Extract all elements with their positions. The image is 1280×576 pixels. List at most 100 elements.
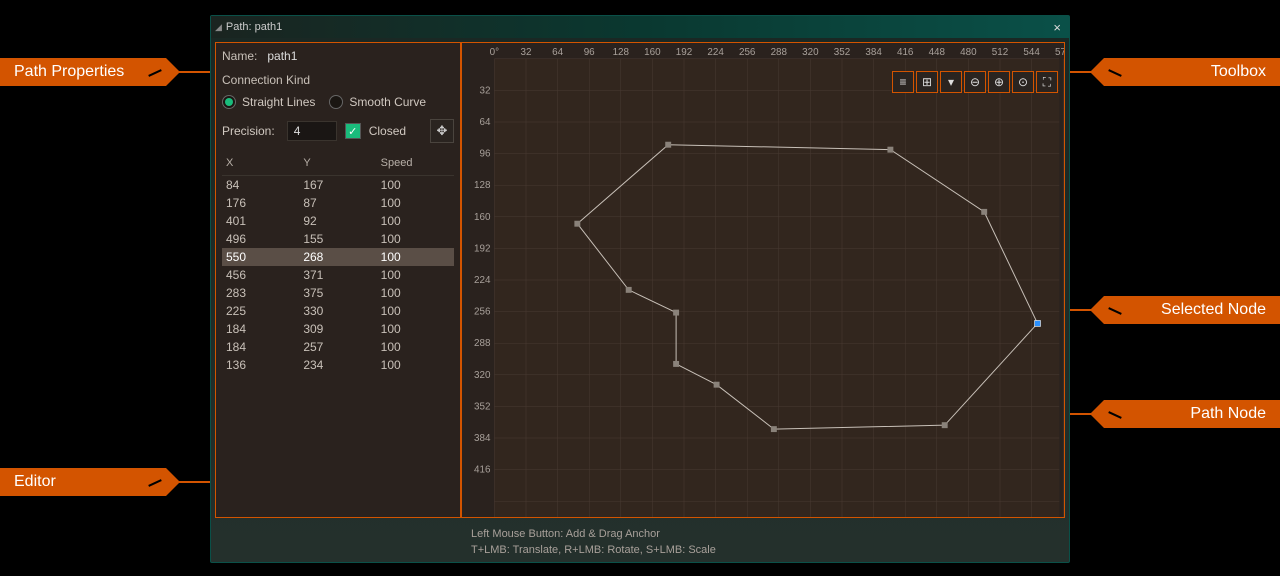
svg-text:256: 256 [739, 47, 756, 58]
table-row[interactable]: 184257100 [222, 338, 454, 356]
cell-y: 330 [299, 302, 376, 320]
path-node[interactable] [714, 382, 720, 388]
path-node[interactable] [942, 422, 948, 428]
selected-node[interactable] [1035, 320, 1041, 326]
close-button[interactable]: × [1049, 20, 1065, 35]
table-row[interactable]: 17687100 [222, 194, 454, 212]
callout-label: Path Node [1190, 405, 1266, 423]
help-line2: T+LMB: Translate, R+LMB: Rotate, S+LMB: … [471, 543, 716, 558]
cell-speed: 100 [377, 356, 454, 374]
table-row[interactable]: 184309100 [222, 320, 454, 338]
svg-text:128: 128 [474, 180, 491, 191]
callout-toolbox: Toolbox [1090, 58, 1280, 86]
precision-input[interactable]: 4 [287, 121, 337, 141]
svg-text:416: 416 [897, 47, 914, 58]
path-node[interactable] [574, 221, 580, 227]
titlebar[interactable]: ◢ Path: path1 × [211, 16, 1069, 38]
path-editor-window: ◢ Path: path1 × Name: path1 Connection K… [210, 15, 1070, 563]
cell-x: 184 [222, 320, 299, 338]
table-row[interactable]: 136234100 [222, 356, 454, 374]
table-row[interactable]: 283375100 [222, 284, 454, 302]
fit-view-icon[interactable]: ⛶ [1036, 71, 1058, 93]
cell-x: 283 [222, 284, 299, 302]
canvas-area[interactable]: 0°32649612816019222425628832035238441644… [461, 42, 1065, 518]
svg-text:192: 192 [676, 47, 692, 58]
cell-speed: 100 [377, 320, 454, 338]
path-node[interactable] [626, 287, 632, 293]
cell-y: 371 [299, 266, 376, 284]
closed-label: Closed [369, 124, 406, 138]
path-node[interactable] [665, 142, 671, 148]
cell-speed: 100 [377, 302, 454, 320]
callout-path-properties: Path Properties [0, 58, 180, 86]
grid-options-icon[interactable]: ▾ [940, 71, 962, 93]
svg-text:384: 384 [865, 47, 882, 58]
table-header: X Y Speed [222, 151, 454, 176]
table-row[interactable]: 40192100 [222, 212, 454, 230]
svg-text:416: 416 [474, 465, 491, 476]
callout-selected-node: Selected Node [1090, 296, 1280, 324]
zoom-out-icon[interactable]: ⊖ [964, 71, 986, 93]
col-speed: Speed [377, 155, 454, 171]
cell-x: 136 [222, 356, 299, 374]
svg-text:224: 224 [474, 275, 491, 286]
callout-lead [178, 71, 214, 73]
radio-dot-icon [222, 95, 236, 109]
svg-text:64: 64 [552, 47, 563, 58]
table-row[interactable]: 550268100 [222, 248, 454, 266]
svg-text:64: 64 [479, 117, 490, 128]
cell-y: 375 [299, 284, 376, 302]
path-node[interactable] [887, 147, 893, 153]
grid-icon[interactable]: ⊞ [916, 71, 938, 93]
path-node[interactable] [771, 426, 777, 432]
toggle-grid-icon[interactable]: ≡ [892, 71, 914, 93]
svg-text:544: 544 [1023, 47, 1040, 58]
cell-speed: 100 [377, 248, 454, 266]
toolbox: ≡⊞▾⊖⊕⊙⛶ [892, 71, 1058, 93]
drag-handle-icon[interactable]: ✥ [430, 119, 454, 143]
cell-y: 234 [299, 356, 376, 374]
svg-text:512: 512 [992, 47, 1008, 58]
closed-checkbox[interactable] [345, 123, 361, 139]
zoom-reset-icon[interactable]: ⊙ [1012, 71, 1034, 93]
path-node[interactable] [673, 310, 679, 316]
svg-text:288: 288 [474, 338, 491, 349]
col-y: Y [299, 155, 376, 171]
name-value[interactable]: path1 [267, 49, 297, 63]
table-row[interactable]: 496155100 [222, 230, 454, 248]
cell-x: 176 [222, 194, 299, 212]
help-text: Left Mouse Button: Add & Drag Anchor T+L… [471, 527, 716, 558]
cell-x: 550 [222, 248, 299, 266]
name-label: Name: [222, 49, 257, 63]
cell-speed: 100 [377, 212, 454, 230]
callout-label: Path Properties [14, 63, 124, 81]
cell-x: 184 [222, 338, 299, 356]
help-line1: Left Mouse Button: Add & Drag Anchor [471, 527, 716, 542]
radio-smooth-curve[interactable]: Smooth Curve [329, 95, 426, 109]
table-row[interactable]: 456371100 [222, 266, 454, 284]
cell-speed: 100 [377, 338, 454, 356]
svg-text:320: 320 [802, 47, 819, 58]
properties-panel: Name: path1 Connection Kind Straight Lin… [215, 42, 461, 518]
table-row[interactable]: 225330100 [222, 302, 454, 320]
cell-x: 496 [222, 230, 299, 248]
svg-text:384: 384 [474, 433, 491, 444]
svg-text:160: 160 [474, 212, 491, 223]
cell-speed: 100 [377, 266, 454, 284]
svg-text:128: 128 [613, 47, 630, 58]
cell-y: 167 [299, 176, 376, 194]
col-x: X [222, 155, 299, 171]
svg-text:352: 352 [834, 47, 850, 58]
cell-x: 84 [222, 176, 299, 194]
cell-x: 456 [222, 266, 299, 284]
table-row[interactable]: 84167100 [222, 176, 454, 194]
cell-x: 225 [222, 302, 299, 320]
path-node[interactable] [981, 209, 987, 215]
zoom-in-icon[interactable]: ⊕ [988, 71, 1010, 93]
cell-speed: 100 [377, 194, 454, 212]
svg-text:320: 320 [474, 370, 491, 381]
path-node[interactable] [673, 361, 679, 367]
callout-label: Toolbox [1211, 63, 1266, 81]
radio-straight-lines[interactable]: Straight Lines [222, 95, 315, 109]
cell-y: 87 [299, 194, 376, 212]
